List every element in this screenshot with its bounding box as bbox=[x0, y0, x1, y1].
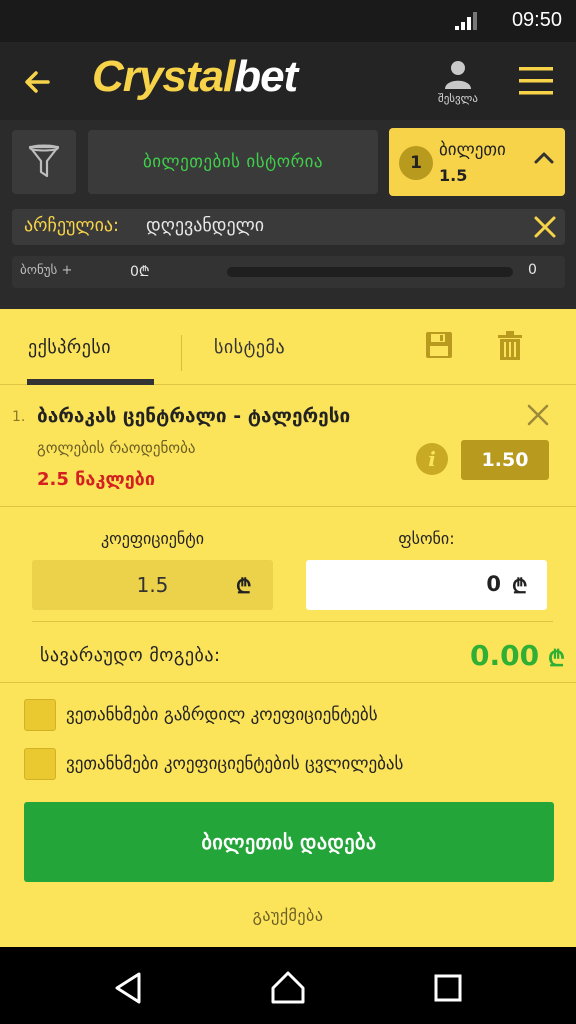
tab-express[interactable]: ექსპრესი bbox=[28, 337, 111, 358]
coefficient-label: კოეფიციენტი bbox=[100, 529, 204, 548]
ticket-label: ბილეთი bbox=[439, 140, 506, 160]
logo: Crystalbet bbox=[92, 52, 298, 102]
nav-recent-apps-icon[interactable] bbox=[434, 974, 462, 1002]
login-button[interactable]: შესვლა bbox=[430, 58, 486, 112]
hamburger-menu-icon[interactable] bbox=[518, 64, 554, 98]
trash-icon[interactable] bbox=[497, 331, 523, 361]
event-pick: 2.5 ნაკლები bbox=[37, 469, 155, 490]
possible-win-value: 0.00 bbox=[470, 639, 540, 672]
bonus-bar: ბონუს + 0₾ 0 bbox=[12, 256, 565, 288]
lari-icon: ₾ bbox=[548, 647, 565, 672]
event-number: 1. bbox=[12, 409, 26, 425]
bet-slip: ექსპრესი სისტემა 1. ბარაკას ცენტრალი - ტ… bbox=[0, 309, 576, 947]
clear-filter-icon[interactable] bbox=[531, 213, 559, 241]
divider bbox=[0, 682, 576, 683]
bonus-amount: 0₾ bbox=[130, 264, 150, 280]
logo-crystal: Crystal bbox=[92, 52, 235, 101]
funnel-icon bbox=[28, 144, 60, 178]
login-label: შესვლა bbox=[438, 92, 478, 105]
selected-filter-bar: არჩეულია: დღევანდელი bbox=[12, 209, 565, 245]
stake-input[interactable]: 0 ₾ bbox=[306, 560, 547, 610]
chevron-up-icon bbox=[534, 152, 554, 164]
bet-event: 1. ბარაკას ცენტრალი - ტალერესი გოლების რ… bbox=[0, 385, 576, 507]
save-icon[interactable] bbox=[425, 331, 453, 359]
stake-value: 0 bbox=[486, 572, 501, 596]
bonus-max: 0 bbox=[528, 262, 537, 278]
event-market: გოლების რაოდენობა bbox=[37, 439, 196, 457]
lari-icon: ₾ bbox=[236, 574, 252, 598]
accept-odds-change-label: ვეთანხმები კოეფიციენტების ცვლილებას bbox=[66, 754, 404, 774]
clock: 09:50 bbox=[511, 9, 562, 31]
bonus-progress-track bbox=[227, 267, 513, 277]
accept-increased-odds-checkbox[interactable] bbox=[24, 699, 56, 731]
ticket-odds: 1.5 bbox=[439, 166, 468, 185]
slip-tabs: ექსპრესი სისტემა bbox=[0, 309, 576, 385]
back-arrow-icon[interactable] bbox=[18, 62, 58, 102]
possible-win-label: სავარაუდო მოგება: bbox=[40, 645, 221, 666]
nav-home-icon[interactable] bbox=[270, 969, 306, 1005]
signal-icon bbox=[455, 12, 477, 30]
selected-value: დღევანდელი bbox=[146, 215, 265, 236]
event-odds: 1.50 bbox=[461, 440, 549, 480]
tab-system[interactable]: სისტემა bbox=[214, 337, 285, 358]
accept-odds-change-row[interactable]: ვეთანხმები კოეფიციენტების ცვლილებას bbox=[24, 748, 554, 782]
android-nav-bar bbox=[0, 947, 576, 1024]
status-bar: 09:50 bbox=[0, 0, 576, 42]
remove-event-icon[interactable] bbox=[526, 403, 550, 427]
user-icon bbox=[445, 61, 471, 89]
accept-increased-odds-row[interactable]: ვეთანხმები გაზრდილ კოეფიციენტებს bbox=[24, 699, 554, 733]
info-icon[interactable]: i bbox=[416, 443, 448, 475]
divider bbox=[32, 621, 553, 622]
coefficient-field: 1.5 ₾ bbox=[32, 560, 273, 610]
stake-label: ფსონი: bbox=[398, 529, 455, 548]
ticket-count-badge: 1 bbox=[399, 146, 433, 180]
cancel-button[interactable]: გაუქმება bbox=[0, 906, 576, 925]
place-bet-button[interactable]: ბილეთის დადება bbox=[24, 802, 554, 882]
event-title: ბარაკას ცენტრალი - ტალერესი bbox=[37, 405, 351, 427]
accept-increased-odds-label: ვეთანხმები გაზრდილ კოეფიციენტებს bbox=[66, 705, 378, 725]
app-header: Crystalbet შესვლა bbox=[0, 42, 576, 120]
nav-back-icon[interactable] bbox=[112, 971, 144, 1005]
bonus-label: ბონუს + bbox=[20, 263, 73, 278]
lari-icon: ₾ bbox=[512, 574, 528, 598]
ticket-toggle-button[interactable]: 1 ბილეთი 1.5 bbox=[389, 128, 565, 196]
tab-divider bbox=[181, 335, 182, 371]
filter-button[interactable] bbox=[12, 130, 76, 194]
accept-odds-change-checkbox[interactable] bbox=[24, 748, 56, 780]
logo-bet: bet bbox=[234, 52, 298, 101]
selected-label: არჩეულია: bbox=[24, 215, 120, 236]
filter-area: ბილეთების ისტორია 1 ბილეთი 1.5 არჩეულია:… bbox=[0, 120, 576, 310]
bet-history-button[interactable]: ბილეთების ისტორია bbox=[88, 130, 378, 194]
